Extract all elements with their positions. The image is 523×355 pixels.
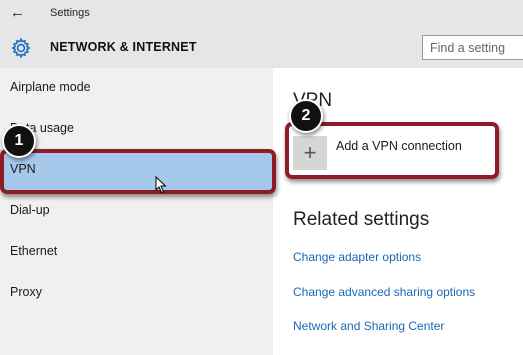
page-header: NETWORK & INTERNET bbox=[0, 28, 523, 68]
sidebar-item-vpn[interactable]: VPN bbox=[0, 150, 273, 190]
page-title: NETWORK & INTERNET bbox=[50, 40, 197, 54]
plus-icon[interactable]: + bbox=[293, 136, 327, 170]
sidebar-item-airplane-mode[interactable]: Airplane mode bbox=[0, 68, 273, 108]
sidebar-item-proxy[interactable]: Proxy bbox=[0, 273, 273, 313]
sidebar: Airplane mode Data usage VPN Dial-up Eth… bbox=[0, 68, 273, 355]
link-network-and-sharing-center[interactable]: Network and Sharing Center bbox=[293, 319, 444, 333]
sidebar-item-ethernet[interactable]: Ethernet bbox=[0, 232, 273, 272]
title-bar: ← Settings bbox=[0, 0, 523, 28]
search-input[interactable] bbox=[422, 35, 523, 60]
sidebar-item-label: Ethernet bbox=[10, 244, 58, 258]
gear-icon bbox=[11, 37, 31, 59]
back-arrow-icon[interactable]: ← bbox=[10, 5, 25, 21]
sidebar-item-label: Airplane mode bbox=[10, 80, 91, 94]
link-change-adapter-options[interactable]: Change adapter options bbox=[293, 250, 421, 264]
step-badge-2: 2 bbox=[289, 99, 323, 133]
add-vpn-connection-button[interactable]: Add a VPN connection bbox=[336, 139, 462, 153]
mouse-cursor-icon bbox=[155, 176, 167, 194]
step-badge-1: 1 bbox=[2, 124, 36, 158]
link-change-advanced-sharing-options[interactable]: Change advanced sharing options bbox=[293, 285, 475, 299]
sidebar-item-data-usage[interactable]: Data usage bbox=[0, 109, 273, 149]
sidebar-item-label: VPN bbox=[10, 162, 36, 176]
sidebar-item-label: Proxy bbox=[10, 285, 42, 299]
sidebar-item-label: Dial-up bbox=[10, 203, 50, 217]
app-title: Settings bbox=[50, 7, 90, 19]
section-heading-related-settings: Related settings bbox=[293, 209, 430, 230]
sidebar-item-dial-up[interactable]: Dial-up bbox=[0, 191, 273, 231]
